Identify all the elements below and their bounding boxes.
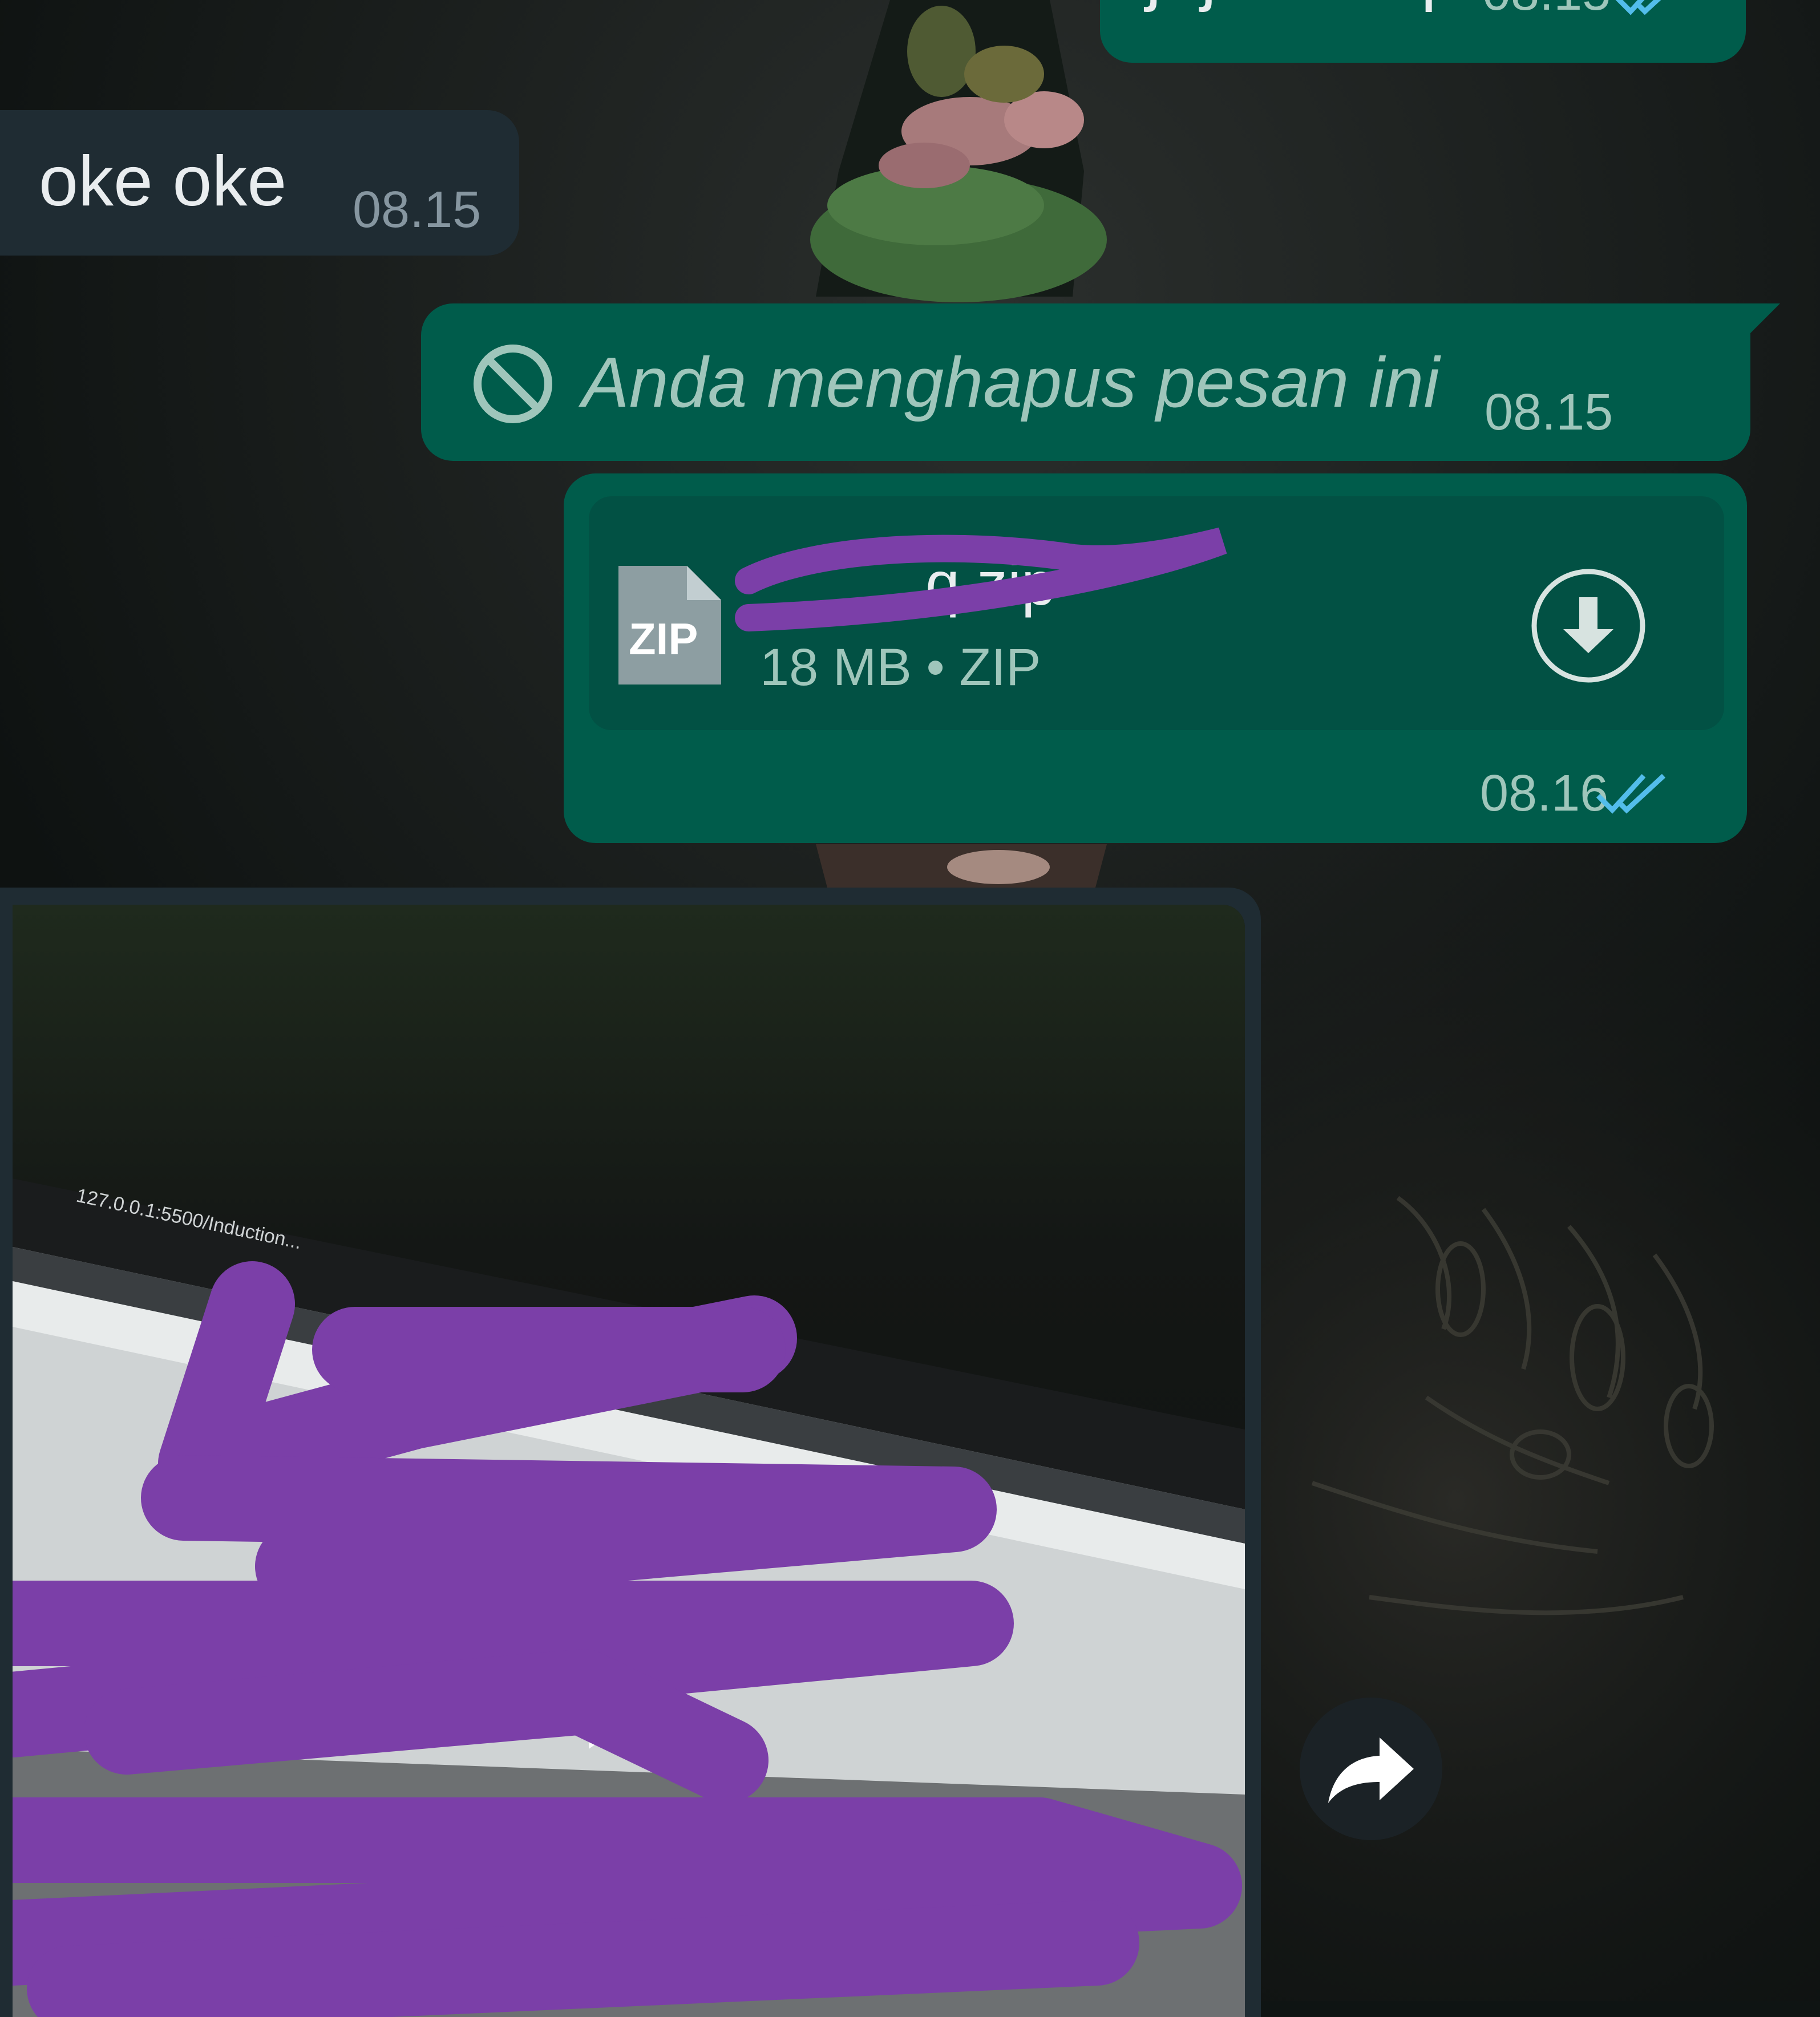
- read-receipt-icon: [1615, 0, 1661, 15]
- zip-file-icon: ZIP: [618, 566, 721, 685]
- video-message[interactable]: 127.0.0.1:5500/Induction...: [0, 888, 1261, 2017]
- zip-file-icon-label: ZIP: [629, 614, 698, 664]
- file-meta: 18 MB • ZIP: [760, 638, 1041, 696]
- video-frame: 127.0.0.1:5500/Induction...: [13, 905, 1245, 2017]
- download-icon[interactable]: [1530, 568, 1647, 684]
- read-receipt-icon: [1596, 773, 1666, 814]
- deleted-message-text: Anda menghapus pesan ini: [582, 343, 1439, 422]
- message-time: 08.15: [1482, 0, 1611, 22]
- message-text: jajal sit iq: [1146, 0, 1437, 14]
- blocked-icon: [474, 345, 552, 423]
- message-bubble-outgoing[interactable]: jajal sit iq 08.15: [1100, 0, 1746, 63]
- video-thumbnail[interactable]: 127.0.0.1:5500/Induction...: [13, 905, 1245, 2017]
- message-bubble-deleted[interactable]: Anda menghapus pesan ini 08.15: [421, 303, 1750, 461]
- document-card[interactable]: ZIP q.zip 18 MB • ZIP: [589, 496, 1724, 730]
- message-bubble-incoming[interactable]: oke oke 08.15: [0, 110, 519, 256]
- message-text: oke oke: [39, 142, 287, 221]
- message-time: 08.15: [353, 181, 482, 238]
- redaction-scribble: [735, 527, 1227, 631]
- forward-icon: [1328, 1737, 1414, 1803]
- message-time: 08.15: [1485, 384, 1613, 441]
- bubble-tail: [1729, 303, 1780, 355]
- message-bubble-document[interactable]: ZIP q.zip 18 MB • ZIP 08.16: [564, 473, 1747, 843]
- message-time: 08.16: [1480, 765, 1609, 822]
- forward-button[interactable]: [1300, 1698, 1442, 1840]
